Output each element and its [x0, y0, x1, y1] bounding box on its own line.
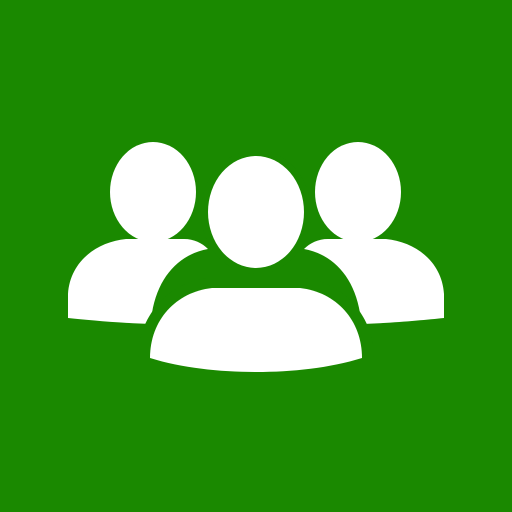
- app-tile[interactable]: [0, 0, 512, 512]
- people-group-icon: [0, 0, 512, 512]
